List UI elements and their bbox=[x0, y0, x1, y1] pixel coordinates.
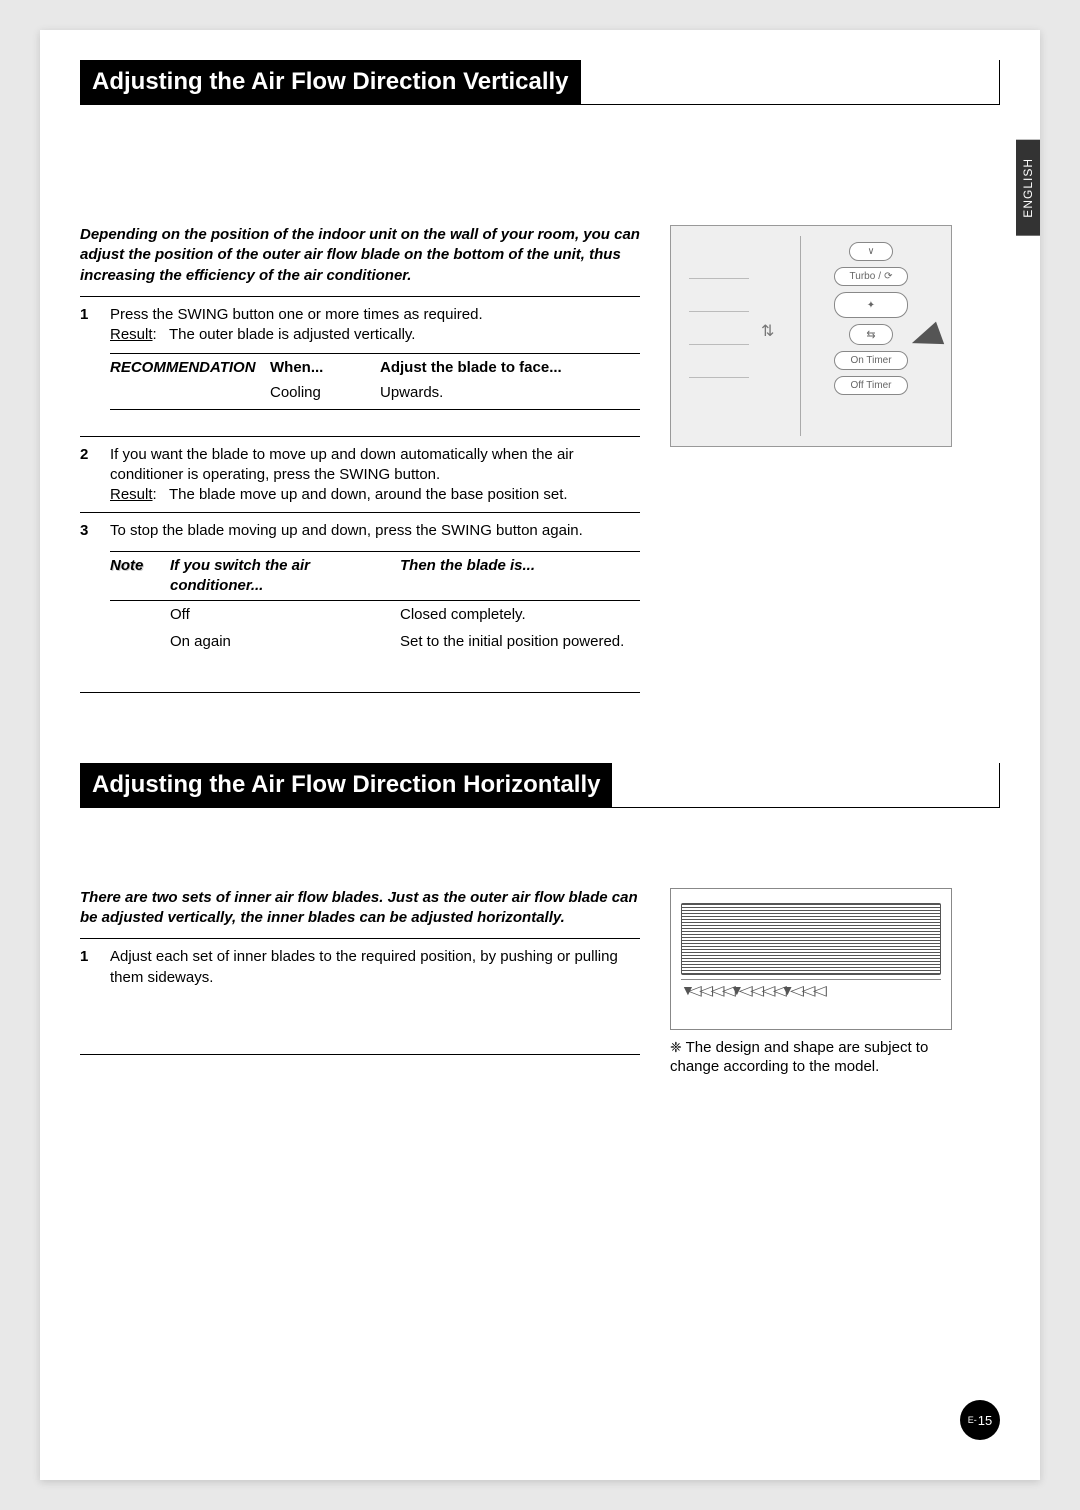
step-number: 3 bbox=[80, 521, 96, 652]
section1-title-wrap: Adjusting the Air Flow Direction Vertica… bbox=[80, 60, 1000, 105]
page-number-badge: E-15 bbox=[960, 1400, 1000, 1440]
manual-page: ENGLISH Adjusting the Air Flow Direction… bbox=[40, 30, 1040, 1480]
result-label: Result bbox=[110, 326, 153, 343]
rec-header-when: When... bbox=[270, 358, 380, 378]
blank-button: ✦ bbox=[834, 292, 908, 318]
section1-content: Depending on the position of the indoor … bbox=[80, 125, 1000, 693]
section2-content: There are two sets of inner air flow bla… bbox=[80, 828, 1000, 1077]
step-number: 1 bbox=[80, 947, 96, 988]
rec-header-adjust: Adjust the blade to face... bbox=[380, 358, 640, 378]
step3-text: To stop the blade moving up and down, pr… bbox=[110, 522, 583, 539]
result-label: Result bbox=[110, 486, 153, 503]
step2-text: If you want the blade to move up and dow… bbox=[110, 446, 574, 483]
down-button: ∨ bbox=[849, 242, 893, 261]
swing-small-icon: ⇅ bbox=[761, 321, 774, 341]
section2-intro: There are two sets of inner air flow bla… bbox=[80, 888, 640, 929]
off-timer-button: Off Timer bbox=[834, 376, 908, 395]
note-r2c2: Set to the initial position powered. bbox=[400, 632, 640, 652]
indoor-unit-illustration: ▼◁◁◁◁ ▼ ◁◁◁◁ ▼ ◁◁◁ bbox=[670, 888, 952, 1030]
step-2: 2 If you want the blade to move up and d… bbox=[80, 436, 640, 512]
section2-step-1: 1 Adjust each set of inner blades to the… bbox=[80, 938, 640, 994]
asterisk-icon: ❈ bbox=[670, 1039, 682, 1055]
turbo-button: Turbo/⟳ bbox=[834, 267, 908, 286]
section1-title: Adjusting the Air Flow Direction Vertica… bbox=[80, 60, 581, 104]
remote-illustration: ⇅ ∨ Turbo/⟳ ✦ ⇆ On Timer Off Timer bbox=[670, 225, 952, 447]
unit-louvers-icon: ▼◁◁◁◁ ▼ ◁◁◁◁ ▼ ◁◁◁ bbox=[681, 979, 941, 999]
on-timer-button: On Timer bbox=[834, 351, 908, 370]
step1-result: The outer blade is adjusted vertically. bbox=[169, 326, 416, 343]
note-r1c2: Closed completely. bbox=[400, 605, 640, 625]
note-label: Note bbox=[110, 556, 170, 597]
unit-grille-icon bbox=[681, 903, 941, 975]
section2-step1-text: Adjust each set of inner blades to the r… bbox=[110, 948, 618, 985]
step-3: 3 To stop the blade moving up and down, … bbox=[80, 512, 640, 693]
section2-title-wrap: Adjusting the Air Flow Direction Horizon… bbox=[80, 763, 1000, 808]
language-tab: ENGLISH bbox=[1016, 140, 1040, 236]
step1-text: Press the SWING button one or more times… bbox=[110, 306, 483, 323]
recommendation-label: RECOMMENDATION bbox=[110, 358, 270, 378]
step2-result: The blade move up and down, around the b… bbox=[169, 486, 568, 503]
note-header-blade: Then the blade is... bbox=[400, 556, 640, 597]
note-header-switch: If you switch the air conditioner... bbox=[170, 556, 400, 597]
step-number: 1 bbox=[80, 305, 96, 410]
rec-when-value: Cooling bbox=[270, 383, 380, 403]
note-r1c1: Off bbox=[170, 605, 400, 625]
section1-intro: Depending on the position of the indoor … bbox=[80, 225, 640, 286]
illustration-caption: ❈ The design and shape are subject to ch… bbox=[670, 1038, 970, 1077]
step-1: 1 Press the SWING button one or more tim… bbox=[80, 296, 640, 416]
swing-button: ⇆ bbox=[849, 324, 893, 345]
step-number: 2 bbox=[80, 445, 96, 506]
rec-adjust-value: Upwards. bbox=[380, 383, 640, 403]
section2-title: Adjusting the Air Flow Direction Horizon… bbox=[80, 763, 612, 807]
note-r2c1: On again bbox=[170, 632, 400, 652]
